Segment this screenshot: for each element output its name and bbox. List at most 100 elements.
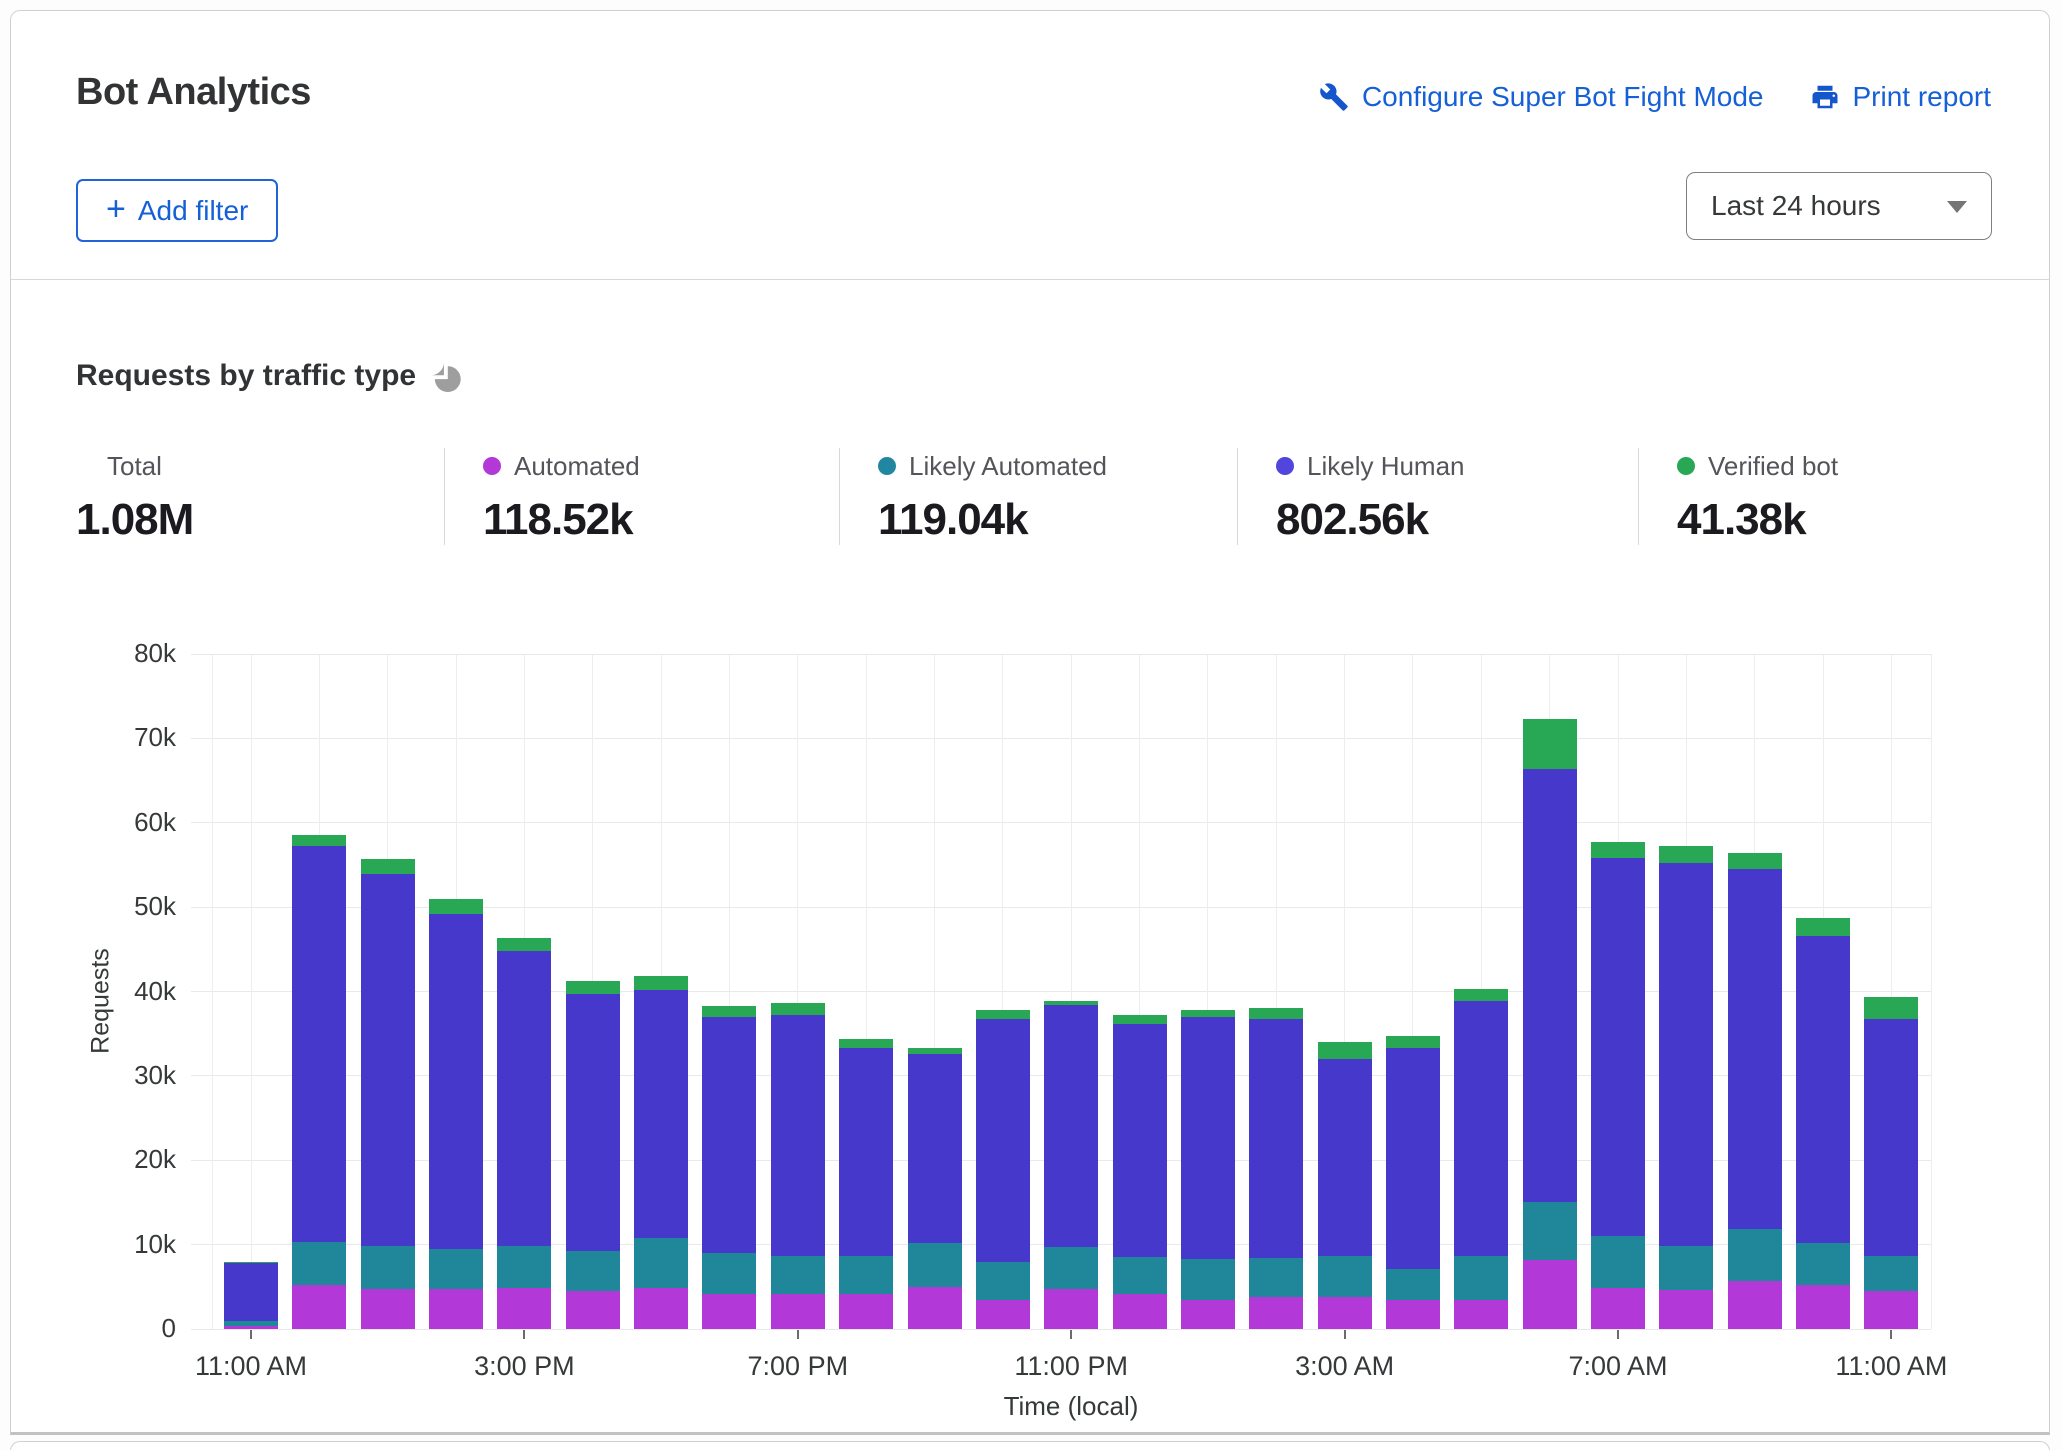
x-axis-title: Time (local)	[211, 1391, 1931, 1422]
segment-automated	[1181, 1300, 1235, 1330]
segment-automated	[1454, 1300, 1508, 1330]
y-tick-label: 50k	[11, 891, 176, 922]
bar-11-10:00-pm	[976, 1010, 1030, 1329]
segment-verified-bot	[292, 835, 346, 846]
add-filter-button[interactable]: + Add filter	[76, 179, 278, 242]
segment-likely-human	[497, 951, 551, 1246]
page: Bot Analytics Configure Super Bot Fight …	[0, 0, 2062, 1450]
stat-value: 41.38k	[1677, 495, 1994, 545]
segment-likely-human	[976, 1019, 1030, 1262]
stat-likely-automated: Likely Automated 119.04k	[839, 448, 1237, 545]
segment-likely-human	[566, 994, 620, 1251]
time-range-select[interactable]: Last 24 hours	[1686, 172, 1992, 240]
segment-automated	[1044, 1289, 1098, 1329]
segment-automated	[1591, 1288, 1645, 1329]
segment-likely-automated	[1249, 1258, 1303, 1297]
bar-17-4:00-am	[1386, 1036, 1440, 1329]
wrench-icon	[1319, 82, 1349, 112]
segment-automated	[1864, 1291, 1918, 1329]
segment-verified-bot	[1249, 1008, 1303, 1019]
segment-likely-human	[1181, 1017, 1235, 1259]
segment-likely-automated	[702, 1253, 756, 1294]
segment-automated	[292, 1285, 346, 1329]
stat-label: Automated	[514, 451, 640, 482]
x-axis-labels: 11:00 AM3:00 PM7:00 PM11:00 PM3:00 AM7:0…	[211, 1351, 1931, 1387]
x-tick-label: 3:00 AM	[1245, 1351, 1445, 1382]
segment-verified-bot	[497, 938, 551, 951]
configure-super-bot-fight-mode-link[interactable]: Configure Super Bot Fight Mode	[1319, 81, 1764, 113]
segment-automated	[1318, 1297, 1372, 1329]
segment-automated	[1249, 1297, 1303, 1329]
segment-likely-automated	[1796, 1243, 1850, 1285]
y-tick-label: 20k	[11, 1144, 176, 1175]
segment-likely-human	[1044, 1005, 1098, 1247]
segment-likely-automated	[1044, 1247, 1098, 1289]
segment-likely-human	[361, 874, 415, 1246]
segment-likely-automated	[839, 1256, 893, 1294]
bar-12-11:00-pm	[1044, 1001, 1098, 1329]
segment-likely-human	[634, 990, 688, 1238]
segment-automated	[1728, 1281, 1782, 1329]
bar-2-1:00-pm	[361, 859, 415, 1329]
x-tick-label: 7:00 AM	[1518, 1351, 1718, 1382]
bar-3-2:00-pm	[429, 899, 483, 1329]
y-tick-label: 0	[11, 1313, 176, 1344]
header-divider	[11, 279, 2049, 280]
chevron-down-icon	[1947, 201, 1967, 213]
x-tick-label: 3:00 PM	[424, 1351, 624, 1382]
bot-analytics-card: Bot Analytics Configure Super Bot Fight …	[10, 10, 2050, 1435]
gridline-h-80k	[191, 654, 1931, 655]
x-tick-mark	[1070, 1330, 1072, 1339]
segment-automated	[429, 1289, 483, 1329]
segment-likely-human	[1249, 1019, 1303, 1258]
header-links: Configure Super Bot Fight Mode Print rep…	[1319, 81, 1991, 113]
y-tick-label: 70k	[11, 722, 176, 753]
segment-verified-bot	[1386, 1036, 1440, 1048]
bar-7-6:00-pm	[702, 1006, 756, 1329]
y-tick-label: 40k	[11, 976, 176, 1007]
x-tick-mark	[1344, 1330, 1346, 1339]
configure-link-label: Configure Super Bot Fight Mode	[1362, 81, 1764, 113]
segment-likely-human	[771, 1015, 825, 1256]
stat-total: Total 1.08M	[76, 448, 444, 545]
bar-20-7:00-am	[1591, 842, 1645, 1329]
print-report-link[interactable]: Print report	[1810, 81, 1992, 113]
stat-label: Likely Automated	[909, 451, 1107, 482]
stat-value: 118.52k	[483, 495, 839, 545]
plus-icon: +	[106, 192, 126, 226]
x-tick-mark	[797, 1330, 799, 1339]
segment-likely-automated	[1386, 1269, 1440, 1300]
page-title: Bot Analytics	[76, 69, 311, 115]
bar-23-10:00-am	[1796, 918, 1850, 1329]
segment-likely-automated	[1113, 1257, 1167, 1294]
gridline-v-edge	[212, 654, 213, 1329]
x-tick-label: 11:00 AM	[151, 1351, 351, 1382]
segment-likely-human	[1864, 1019, 1918, 1257]
segment-likely-human	[1796, 936, 1850, 1243]
stat-label: Likely Human	[1307, 451, 1465, 482]
print-link-label: Print report	[1853, 81, 1992, 113]
bar-16-3:00-am	[1318, 1042, 1372, 1329]
y-tick-label: 10k	[11, 1229, 176, 1260]
bar-6-5:00-pm	[634, 976, 688, 1329]
segment-likely-human	[1454, 1001, 1508, 1256]
segment-likely-automated	[1728, 1229, 1782, 1281]
segment-likely-automated	[497, 1246, 551, 1288]
segment-automated	[634, 1288, 688, 1329]
segment-likely-human	[1386, 1048, 1440, 1269]
segment-verified-bot	[839, 1039, 893, 1048]
segment-verified-bot	[1796, 918, 1850, 936]
bar-24-11:00-am	[1864, 997, 1918, 1329]
x-tick-label: 11:00 PM	[971, 1351, 1171, 1382]
stats-row: Total 1.08M Automated 118.52k Likely Aut…	[76, 448, 1994, 545]
segment-likely-automated	[1318, 1256, 1372, 1297]
segment-verified-bot	[1728, 853, 1782, 869]
segment-verified-bot	[634, 976, 688, 990]
segment-likely-human	[1113, 1024, 1167, 1258]
segment-likely-automated	[908, 1243, 962, 1287]
segment-likely-automated	[1659, 1246, 1713, 1291]
gridline-v	[251, 654, 252, 1329]
stat-automated: Automated 118.52k	[444, 448, 839, 545]
segment-automated	[1523, 1260, 1577, 1329]
segment-automated	[908, 1287, 962, 1329]
